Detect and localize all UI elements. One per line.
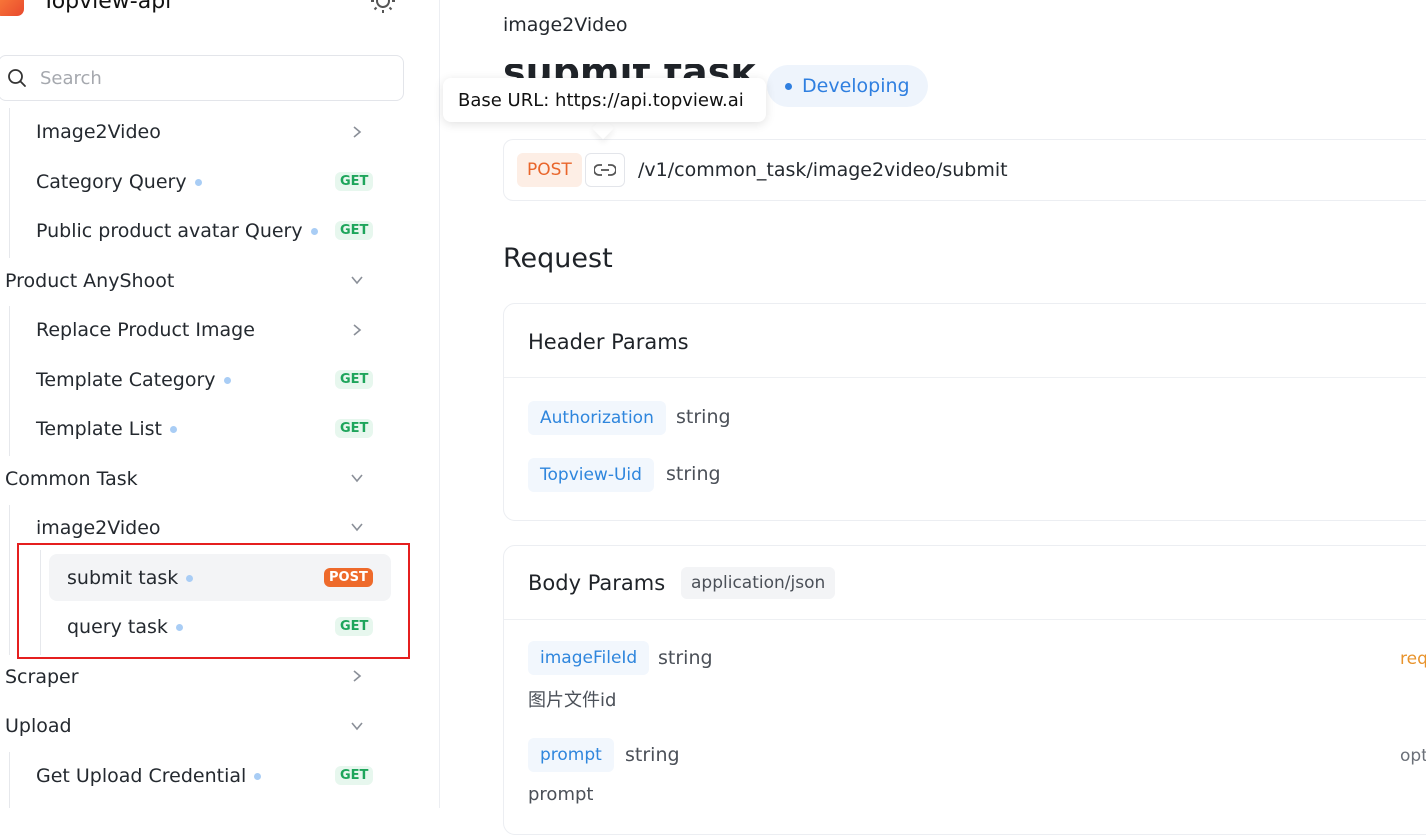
sidebar-item-label: Replace Product Image	[36, 319, 255, 341]
param-type: string	[625, 744, 680, 766]
sidebar-item-template-category[interactable]: Template Category	[36, 358, 231, 402]
sidebar-item-public-product-avatar-query[interactable]: Public product avatar Query	[36, 209, 318, 253]
body-params-card: Body Params application/json imageFileId…	[503, 545, 1426, 835]
sidebar-item-label: Get Upload Credential	[36, 765, 247, 787]
sidebar-item-label: Category Query	[36, 171, 187, 193]
param-type: string	[658, 647, 713, 669]
chevron-right-icon[interactable]	[350, 125, 364, 139]
link-icon	[594, 164, 616, 176]
body-params-title: Body Params	[528, 571, 666, 595]
chevron-right-icon[interactable]	[350, 323, 364, 337]
divider	[504, 619, 1426, 620]
tree-guide	[9, 505, 10, 655]
sidebar-item-label: Template List	[36, 418, 162, 440]
status-label: Developing	[802, 75, 910, 97]
header-params-card: Header Params Authorization string Topvi…	[503, 303, 1426, 521]
chevron-down-icon[interactable]	[350, 719, 364, 733]
breadcrumb[interactable]: image2Video	[503, 14, 628, 36]
tree-guide	[9, 752, 10, 808]
param-name-imagefileid: imageFileId	[528, 641, 650, 675]
param-type: string	[666, 463, 721, 485]
search-input[interactable]: Search	[0, 55, 404, 101]
sidebar-item-label: image2Video	[36, 517, 161, 539]
sidebar-item-upload[interactable]: Upload	[5, 704, 72, 748]
param-description: 图片文件id	[528, 690, 617, 711]
sidebar-item-label: Template Category	[36, 369, 216, 391]
tree-guide	[9, 108, 10, 258]
param-type: string	[676, 406, 731, 428]
sidebar-item-image2video-group[interactable]: Image2Video	[36, 110, 161, 154]
required-flag: req	[1400, 649, 1426, 669]
header-params-title: Header Params	[528, 330, 689, 354]
sidebar-item-get-upload-credential[interactable]: Get Upload Credential	[36, 754, 262, 798]
app-logo-icon	[0, 0, 24, 16]
app-title: Topview-api	[42, 0, 172, 14]
base-url-tooltip: Base URL: https://api.topview.ai	[443, 78, 766, 122]
annotation-highlight-box	[17, 543, 410, 659]
status-dot	[254, 772, 262, 780]
divider	[504, 377, 1426, 378]
search-icon	[8, 69, 26, 87]
param-name-prompt: prompt	[528, 738, 614, 772]
method-badge-get: GET	[335, 766, 374, 785]
sidebar-item-label: Upload	[5, 715, 72, 737]
endpoint-method-badge: POST	[517, 153, 582, 187]
sidebar-item-label: Image2Video	[36, 121, 161, 143]
endpoint-bar: POST /v1/common_task/image2video/submit	[503, 139, 1426, 201]
sidebar-item-replace-product-image[interactable]: Replace Product Image	[36, 308, 255, 352]
request-section-title: Request	[503, 243, 613, 274]
method-badge-get: GET	[335, 172, 374, 191]
optional-flag: opt	[1400, 746, 1426, 766]
chevron-down-icon[interactable]	[350, 471, 364, 485]
brand: Topview-api	[0, 0, 171, 16]
sidebar-item-product-anyshoot[interactable]: Product AnyShoot	[5, 259, 174, 303]
endpoint-path[interactable]: /v1/common_task/image2video/submit	[638, 159, 1008, 181]
sidebar-item-label: Scraper	[5, 666, 79, 688]
status-dot	[223, 376, 231, 384]
status-dot	[310, 227, 318, 235]
sidebar-item-scraper[interactable]: Scraper	[5, 655, 79, 699]
method-badge-get: GET	[335, 370, 374, 389]
param-name-topview-uid: Topview-Uid	[528, 458, 654, 492]
sidebar-item-category-query[interactable]: Category Query	[36, 160, 202, 204]
tree-guide	[9, 306, 10, 456]
chevron-right-icon[interactable]	[350, 669, 364, 683]
status-dot	[785, 82, 792, 90]
sidebar: Topview-api Search Image2Video Category …	[0, 0, 440, 808]
status-badge: Developing	[767, 65, 928, 107]
param-description: prompt	[528, 784, 594, 805]
sun-icon[interactable]	[370, 0, 396, 14]
status-dot	[194, 178, 202, 186]
chevron-down-icon[interactable]	[350, 273, 364, 287]
param-name-authorization: Authorization	[528, 401, 666, 435]
sidebar-item-label: Common Task	[5, 468, 138, 490]
status-dot	[169, 425, 177, 433]
method-badge-get: GET	[335, 221, 374, 240]
content-type-badge: application/json	[681, 567, 836, 599]
copy-link-button[interactable]	[585, 153, 625, 187]
sidebar-item-template-list[interactable]: Template List	[36, 407, 177, 451]
sidebar-item-common-task[interactable]: Common Task	[5, 457, 138, 501]
search-placeholder: Search	[40, 67, 102, 89]
method-badge-get: GET	[335, 419, 374, 438]
sidebar-item-label: Product AnyShoot	[5, 270, 175, 292]
sidebar-item-label: Public product avatar Query	[36, 220, 303, 242]
chevron-down-icon[interactable]	[350, 520, 364, 534]
